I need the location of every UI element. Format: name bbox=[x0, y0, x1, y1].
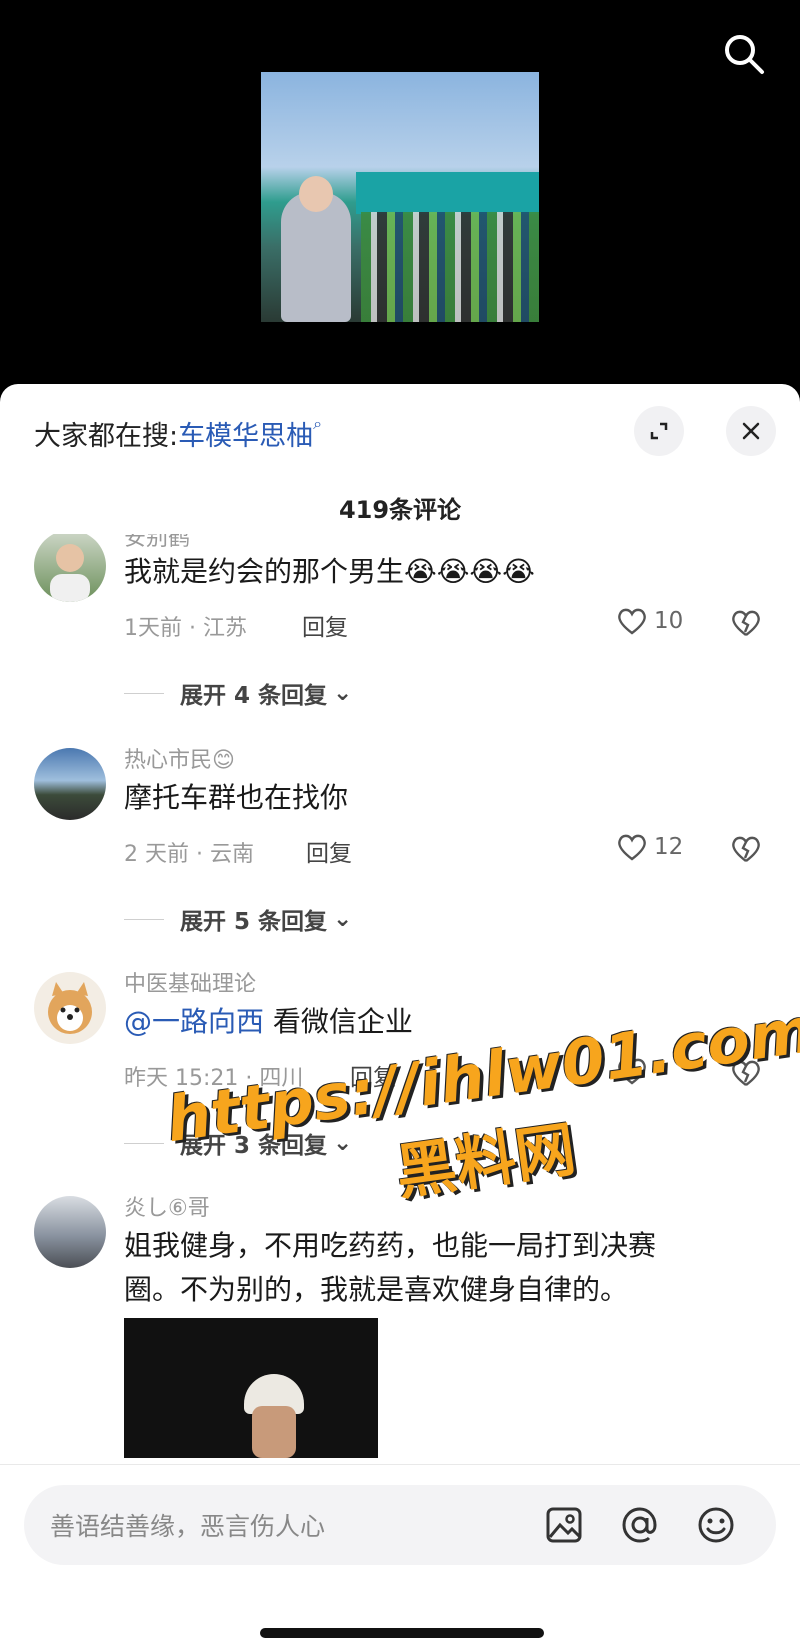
expand-button[interactable] bbox=[634, 406, 684, 456]
divider-line bbox=[124, 1142, 164, 1144]
comment-username[interactable]: 中医基础理论 bbox=[124, 966, 256, 998]
dog-icon bbox=[48, 982, 92, 1034]
chevron-down-icon: ⌄ bbox=[333, 906, 353, 932]
like-button[interactable] bbox=[616, 1056, 648, 1086]
avatar[interactable] bbox=[34, 534, 106, 602]
at-icon[interactable] bbox=[618, 1503, 662, 1547]
comment-image[interactable] bbox=[124, 1318, 378, 1458]
comment-input-placeholder: 善语结善缘，恶言伤人心 bbox=[50, 1512, 326, 1541]
hot-search-keyword[interactable]: 车模华思柚 bbox=[178, 421, 313, 452]
image-icon[interactable] bbox=[542, 1503, 586, 1547]
hot-search[interactable]: 大家都在搜:车模华思柚⌕ bbox=[34, 414, 322, 453]
expand-replies-label: 展开 5 条回复 bbox=[180, 909, 328, 935]
broken-heart-icon bbox=[732, 610, 760, 636]
reply-button[interactable]: 回复 bbox=[302, 608, 348, 642]
hot-search-prefix: 大家都在搜: bbox=[34, 421, 179, 452]
dislike-button[interactable] bbox=[730, 608, 762, 642]
video-area bbox=[0, 0, 800, 400]
comment-text: 摩托车群也在找你 bbox=[124, 781, 349, 814]
comment-input-bar: 善语结善缘，恶言伤人心 bbox=[0, 1464, 800, 1649]
broken-heart-icon bbox=[732, 1060, 760, 1086]
heart-icon bbox=[618, 608, 646, 635]
comment-sheet: 大家都在搜:车模华思柚⌕ 419条评论 安别鹤 我就是约会的那个男生😭😭😭😭 1… bbox=[0, 384, 800, 1649]
like-count: 10 bbox=[654, 608, 684, 634]
close-button[interactable] bbox=[726, 406, 776, 456]
heart-icon bbox=[618, 834, 646, 861]
divider-line bbox=[124, 692, 164, 694]
expand-replies-label: 展开 4 条回复 bbox=[180, 683, 328, 709]
comment-text: 姐我健身，不用吃药药，也能一局打到决赛 bbox=[124, 1229, 657, 1262]
comment-meta: 2 天前 · 云南 bbox=[124, 842, 254, 867]
close-icon bbox=[742, 422, 760, 440]
divider-line bbox=[124, 918, 164, 920]
like-count: 12 bbox=[654, 834, 684, 860]
like-button[interactable]: 12 bbox=[616, 832, 683, 862]
event-banner bbox=[356, 172, 539, 214]
avatar[interactable] bbox=[34, 972, 106, 1044]
comment-text: 圈。不为别的，我就是喜欢健身自律的。 bbox=[124, 1273, 629, 1306]
dislike-button[interactable] bbox=[730, 834, 762, 868]
comment-meta: 1天前 · 江苏 bbox=[124, 616, 247, 641]
dislike-button[interactable] bbox=[730, 1058, 762, 1092]
video-thumbnail[interactable] bbox=[261, 72, 539, 322]
like-button[interactable]: 10 bbox=[616, 606, 683, 636]
face-shape bbox=[252, 1406, 296, 1458]
mention-link[interactable]: @一路向西 bbox=[124, 1005, 264, 1038]
crowd-image bbox=[361, 212, 539, 322]
emoji-icon[interactable] bbox=[694, 1503, 738, 1547]
comment-meta: 昨天 15:21 · 四川 bbox=[124, 1066, 304, 1091]
heart-icon bbox=[618, 1058, 646, 1085]
comment-username[interactable]: 炎し⑥哥 bbox=[124, 1190, 210, 1222]
comment-list: 安别鹤 我就是约会的那个男生😭😭😭😭 1天前 · 江苏 回复 10 展开 4 条… bbox=[0, 534, 800, 1564]
home-indicator[interactable] bbox=[260, 1628, 544, 1638]
expand-replies-label: 展开 3 条回复 bbox=[180, 1133, 328, 1159]
comment-text: @一路向西 看微信企业 bbox=[124, 1000, 413, 1040]
keyword-search-icon: ⌕ bbox=[313, 414, 323, 433]
comment-username[interactable]: 热心市民😊 bbox=[124, 742, 235, 774]
comment-count: 419条评论 bbox=[338, 496, 462, 524]
avatar-person-icon bbox=[50, 544, 90, 602]
chevron-down-icon: ⌄ bbox=[333, 680, 353, 706]
reply-button[interactable]: 回复 bbox=[350, 1058, 396, 1092]
comment-text: 我就是约会的那个男生😭😭😭😭 bbox=[124, 555, 535, 588]
expand-replies[interactable]: 展开 4 条回复 ⌄ bbox=[124, 676, 352, 710]
comment-text-body: 看微信企业 bbox=[264, 1005, 413, 1038]
reply-button[interactable]: 回复 bbox=[306, 834, 352, 868]
avatar[interactable] bbox=[34, 748, 106, 820]
expand-replies[interactable]: 展开 5 条回复 ⌄ bbox=[124, 902, 352, 936]
comment-input[interactable]: 善语结善缘，恶言伤人心 bbox=[24, 1485, 776, 1565]
broken-heart-icon bbox=[732, 836, 760, 862]
avatar[interactable] bbox=[34, 1196, 106, 1268]
chevron-down-icon: ⌄ bbox=[333, 1130, 353, 1156]
search-icon[interactable] bbox=[722, 32, 766, 76]
runner-head bbox=[299, 176, 333, 212]
expand-replies[interactable]: 展开 3 条回复 ⌄ bbox=[124, 1126, 352, 1160]
expand-icon bbox=[650, 422, 668, 440]
